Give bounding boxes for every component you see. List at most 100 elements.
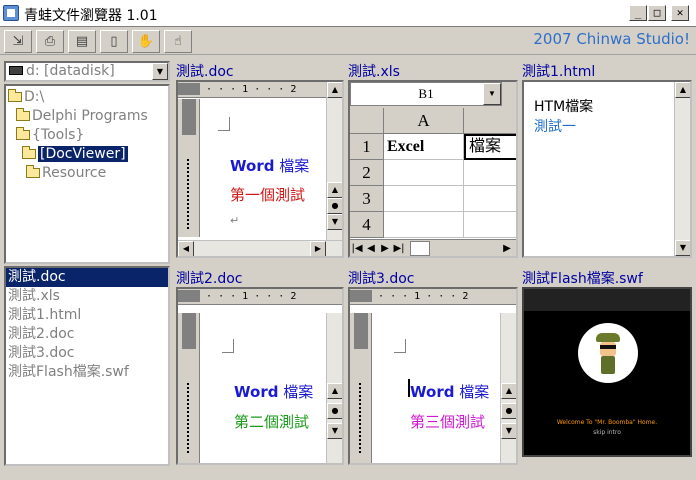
column-header[interactable]: A <box>384 108 464 134</box>
chevron-down-icon[interactable]: ▼ <box>483 83 501 105</box>
row-header[interactable]: 3 <box>350 186 384 212</box>
first-sheet-icon[interactable]: |◀ <box>350 241 364 256</box>
brand-label: 2007 Chinwa Studio! <box>533 30 690 48</box>
skip-intro-link[interactable]: skip intro <box>524 429 690 436</box>
tree-item-docviewer[interactable]: [DocViewer] <box>22 145 128 164</box>
last-sheet-icon[interactable]: ▶| <box>392 241 406 256</box>
pane-title: 測試.doc <box>176 64 234 80</box>
tree-item-tools[interactable]: {Tools} <box>16 126 84 145</box>
horizontal-ruler: · · · 1 · · · 2 <box>178 289 342 305</box>
prev-sheet-icon[interactable]: ◀ <box>364 241 378 256</box>
doc3-viewer[interactable]: · · · 1 · · · 2 Word 檔案 第三個測試 ▲ ● ▼ <box>348 287 518 465</box>
cell-b1[interactable]: 檔案 <box>464 134 516 160</box>
browse-object-icon[interactable]: ● <box>501 403 516 419</box>
drive-icon <box>9 66 23 75</box>
print-button[interactable]: ⎙ <box>36 30 64 53</box>
doc-line: 第二個測試 <box>234 413 310 431</box>
row-header[interactable]: 4 <box>350 212 384 238</box>
vertical-scrollbar[interactable]: ▲ ▼ <box>674 82 690 256</box>
row-header[interactable]: 2 <box>350 160 384 186</box>
scroll-up-icon[interactable]: ▲ <box>327 182 342 198</box>
cell[interactable] <box>384 186 464 212</box>
scroll-up-icon[interactable]: ▲ <box>327 82 342 98</box>
cell[interactable] <box>464 186 516 212</box>
browse-object-icon[interactable]: ● <box>327 403 342 419</box>
document-button[interactable]: ▯ <box>100 30 128 53</box>
horizontal-ruler: · · · 1 · · · 2 <box>350 289 516 305</box>
name-box[interactable]: B1 ▼ <box>350 82 502 106</box>
pane-title: 測試3.doc <box>348 271 415 287</box>
row-header[interactable]: 1 <box>350 134 384 160</box>
list-item[interactable]: 測試.doc <box>6 268 168 287</box>
next-sheet-icon[interactable]: ▶ <box>378 241 392 256</box>
sheet-tab[interactable] <box>410 241 430 256</box>
tree-item-root[interactable]: D:\ <box>8 88 44 107</box>
character-body <box>601 356 615 374</box>
vertical-scrollbar[interactable]: ▲ ▲ ● ▼ <box>326 82 342 240</box>
scroll-up-icon[interactable]: ▲ <box>501 383 516 399</box>
vertical-scrollbar[interactable]: ▲ ● ▼ <box>326 313 342 463</box>
xls-viewer[interactable]: B1 ▼ A 1 2 3 4 Excel 檔案 |◀ ◀ ▶ ▶| ▶ <box>348 80 518 258</box>
folder-tree[interactable]: D:\ Delphi Programs {Tools} [DocViewer] … <box>4 84 170 264</box>
doc-heading: Word 檔案 <box>234 383 314 401</box>
scroll-right-icon[interactable]: ▶ <box>310 241 326 256</box>
column-header[interactable] <box>464 108 516 134</box>
horizontal-scrollbar[interactable]: ◀ ▶ <box>178 240 342 256</box>
close-button[interactable]: ✕ <box>671 5 689 21</box>
pointer-icon: ☝ <box>174 34 182 49</box>
list-item[interactable]: 測試.xls <box>6 287 168 306</box>
pane-title: 測試1.html <box>522 64 596 80</box>
cell[interactable] <box>384 160 464 186</box>
horizontal-ruler: · · · 1 · · · 2 <box>178 82 326 98</box>
vertical-scrollbar[interactable]: ▲ ● ▼ <box>500 313 516 463</box>
tree-item-resource[interactable]: Resource <box>26 164 106 183</box>
cell[interactable] <box>464 160 516 186</box>
scroll-right-icon[interactable]: ▶ <box>500 241 514 256</box>
title-bar: 青蛙文件瀏覽器 1.01 _ □ ✕ <box>0 0 696 27</box>
app-icon <box>3 5 19 21</box>
margin-mark <box>222 339 234 353</box>
tool-a-button[interactable]: ✋ <box>132 30 160 53</box>
open-button[interactable]: ⇲ <box>4 30 32 53</box>
window-title: 青蛙文件瀏覽器 1.01 <box>24 8 158 24</box>
scroll-down-icon[interactable]: ▼ <box>501 423 516 439</box>
folder-open-icon <box>22 146 36 159</box>
properties-button[interactable]: ▤ <box>68 30 96 53</box>
list-item[interactable]: 測試2.doc <box>6 325 168 344</box>
scroll-down-icon[interactable]: ▼ <box>675 240 690 256</box>
doc-heading: Word 檔案 <box>230 157 310 175</box>
properties-icon: ▤ <box>75 34 89 49</box>
open-icon: ⇲ <box>12 34 24 49</box>
printer-icon: ⎙ <box>44 34 56 49</box>
cell[interactable] <box>384 212 464 238</box>
doc1-viewer[interactable]: · · · 1 · · · 2 Word 檔案 第一個測試 ↵ ▲ ▲ ● ▼ … <box>176 80 344 258</box>
doc2-viewer[interactable]: · · · 1 · · · 2 Word 檔案 第二個測試 ▲ ● ▼ <box>176 287 344 465</box>
cell-a1[interactable]: Excel <box>384 134 464 160</box>
scroll-down-icon[interactable]: ▼ <box>327 214 342 230</box>
scroll-up-icon[interactable]: ▲ <box>327 383 342 399</box>
doc-line: 第三個測試 <box>410 413 486 431</box>
list-item[interactable]: 測試3.doc <box>6 344 168 363</box>
paragraph-mark: ↵ <box>230 214 240 227</box>
list-item[interactable]: 測試Flash檔案.swf <box>6 363 168 382</box>
maximize-button[interactable]: □ <box>648 5 666 21</box>
tree-item-delphi[interactable]: Delphi Programs <box>16 107 148 126</box>
vertical-ruler <box>350 313 372 463</box>
html-viewer[interactable]: HTM檔案 測試一 ▲ ▼ <box>522 80 692 258</box>
scroll-up-icon[interactable]: ▲ <box>675 82 690 98</box>
chevron-down-icon[interactable]: ▼ <box>152 63 168 80</box>
scroll-down-icon[interactable]: ▼ <box>327 423 342 439</box>
tree-item-label: [DocViewer] <box>38 146 128 162</box>
scroll-left-icon[interactable]: ◀ <box>178 241 194 256</box>
list-item[interactable]: 測試1.html <box>6 306 168 325</box>
pane-title: 測試2.doc <box>176 271 243 287</box>
minimize-button[interactable]: _ <box>629 5 647 21</box>
vertical-ruler <box>178 313 200 463</box>
cell[interactable] <box>464 212 516 238</box>
spreadsheet-grid[interactable]: A 1 2 3 4 Excel 檔案 <box>350 108 516 256</box>
flash-player[interactable]: Welcome To "Mr. Boomba" Home. skip intro <box>522 287 692 457</box>
browse-object-icon[interactable]: ● <box>327 198 342 214</box>
file-list[interactable]: 測試.doc 測試.xls 測試1.html 測試2.doc 測試3.doc 測… <box>4 266 170 466</box>
tool-b-button[interactable]: ☝ <box>164 30 192 53</box>
drive-select[interactable]: d: [datadisk] ▼ <box>4 61 170 82</box>
